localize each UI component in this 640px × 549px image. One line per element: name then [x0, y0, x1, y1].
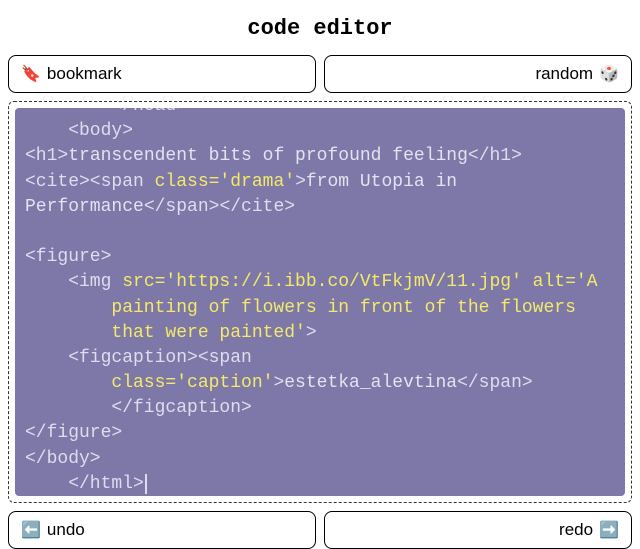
undo-button[interactable]: ⬅️ undo — [8, 511, 316, 549]
code-line: </html> — [68, 472, 615, 496]
undo-label: undo — [47, 520, 85, 540]
random-label: random — [535, 64, 593, 84]
bookmark-label: bookmark — [47, 64, 122, 84]
code-line: <figure> — [25, 245, 615, 270]
redo-button[interactable]: redo ➡️ — [324, 511, 632, 549]
code-line: </body> — [25, 447, 615, 472]
bookmark-icon: 🔖 — [21, 64, 41, 84]
code-line: <img src='https://i.ibb.co/VtFkjmV/11.jp… — [68, 270, 615, 346]
top-button-row: 🔖 bookmark random 🎲 — [8, 55, 632, 93]
code-editor-textarea[interactable]: </head><body><h1>transcendent bits of pr… — [15, 108, 625, 496]
code-line: <cite><span class='drama'>from Utopia in… — [25, 170, 615, 220]
code-line — [25, 220, 615, 245]
redo-label: redo — [559, 520, 593, 540]
code-line: <figcaption><span class='caption'>estetk… — [68, 346, 615, 422]
undo-icon: ⬅️ — [21, 520, 41, 540]
random-button[interactable]: random 🎲 — [324, 55, 632, 93]
code-line: </head> — [111, 108, 615, 119]
bookmark-button[interactable]: 🔖 bookmark — [8, 55, 316, 93]
code-line: <body> — [68, 119, 615, 144]
code-line: </figure> — [25, 421, 615, 446]
code-line: <h1>transcendent bits of profound feelin… — [25, 144, 615, 169]
text-cursor — [145, 474, 147, 494]
bottom-button-row: ⬅️ undo redo ➡️ — [8, 511, 632, 549]
editor-frame: </head><body><h1>transcendent bits of pr… — [8, 101, 632, 503]
dice-icon: 🎲 — [599, 64, 619, 84]
redo-icon: ➡️ — [599, 520, 619, 540]
page-title: code editor — [247, 16, 392, 41]
